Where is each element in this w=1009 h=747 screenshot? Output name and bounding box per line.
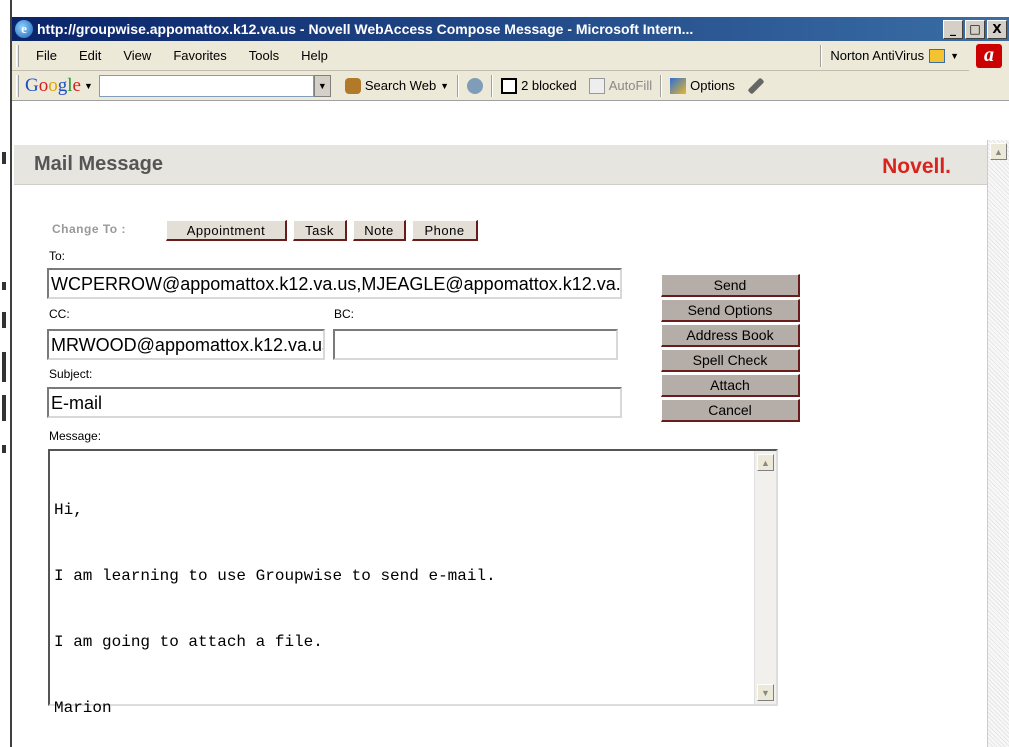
menu-view[interactable]: View [112,48,162,63]
cancel-button[interactable]: Cancel [661,399,800,422]
google-logo-letter: G [25,74,39,96]
toolbar-separator [820,44,823,67]
norton-antivirus-button[interactable]: Norton AntiVirus ▼ [826,48,969,63]
bc-label: BC: [334,307,355,321]
menu-edit[interactable]: Edit [68,48,112,63]
google-search-input[interactable] [98,74,314,97]
browser-logo: a [969,40,1009,71]
binoculars-icon [344,77,361,94]
search-web-button[interactable]: Search Web ▼ [339,77,455,94]
edge-mark [2,152,6,164]
norton-label: Norton AntiVirus [830,48,925,63]
novell-logo: Novell. [882,155,951,178]
appointment-button[interactable]: Appointment [166,220,287,241]
message-body[interactable]: Hi, I am learning to use Groupwise to se… [48,449,778,717]
menu-bar-right: Norton AntiVirus ▼ a [816,40,1009,71]
norton-icon [929,48,946,63]
throbber-icon: a [976,43,1002,68]
google-logo-letter: o [38,74,49,96]
edge-mark [2,352,6,382]
page-scrollbar[interactable]: ▲ [987,140,1009,747]
search-web-label: Search Web [364,78,437,93]
window-title: http://groupwise.appomattox.k12.va.us - … [37,21,694,37]
maximize-button[interactable]: □ [965,19,985,39]
spell-check-button[interactable]: Spell Check [661,349,800,372]
send-options-button[interactable]: Send Options [661,299,800,322]
google-logo-letter: e [72,74,81,96]
chevron-down-icon: ▼ [440,80,450,91]
popup-blocker-button[interactable]: 2 blocked [495,77,583,94]
message-line: I am going to attach a file. [54,633,323,651]
message-scrollbar[interactable]: ▲ ▼ [754,451,776,704]
news-icon [467,77,484,94]
google-logo-letter: o [48,74,58,96]
menu-bar: File Edit View Favorites Tools Help Nort… [12,40,1009,71]
menu-favorites[interactable]: Favorites [162,48,237,63]
internet-explorer-icon: e [15,20,33,38]
autofill-label: AutoFill [608,78,653,93]
menu-file[interactable]: File [25,48,68,63]
chevron-down-icon: ▼ [83,80,93,91]
bc-field[interactable] [333,329,618,360]
cc-label: CC: [49,307,70,321]
google-toolbar: Google ▼ ▼ Search Web ▼ 2 blocked AutoFi… [12,71,1009,101]
message-line: I am learning to use Groupwise to send e… [54,567,496,585]
to-label: To: [49,249,66,263]
page-header: Mail Message Novell. [14,145,987,185]
edge-mark [2,445,6,453]
toolbar-grip[interactable] [16,74,19,97]
edge-mark [2,282,6,290]
google-logo-letter: g [57,74,68,96]
scroll-up-icon[interactable]: ▲ [757,454,774,471]
attach-button[interactable]: Attach [661,374,800,397]
options-icon [670,77,687,94]
message-line: Hi, [54,501,83,519]
subject-field[interactable]: E-mail [47,387,622,418]
google-menu-button[interactable]: Google ▼ [25,75,99,97]
pencil-icon [747,77,765,94]
toolbar-separator [660,74,663,97]
browser-window: e http://groupwise.appomattox.k12.va.us … [0,0,1009,747]
highlight-button[interactable] [741,77,771,94]
edge-mark [2,395,6,421]
phone-button[interactable]: Phone [412,220,478,241]
window-controls: _ □ X [943,19,1007,39]
search-history-dropdown[interactable]: ▼ [313,74,331,97]
address-book-button[interactable]: Address Book [661,324,800,347]
edge-mark [2,312,6,328]
message-label: Message: [49,429,102,443]
scroll-down-icon[interactable]: ▼ [757,684,774,701]
page-title: Mail Message [34,153,163,175]
to-field[interactable]: WCPERROW@appomattox.k12.va.us,MJEAGLE@ap… [47,268,622,299]
popup-blocker-icon [501,77,518,94]
menu-help[interactable]: Help [290,48,339,63]
scroll-up-icon[interactable]: ▲ [990,143,1007,160]
message-text[interactable]: Hi, I am learning to use Groupwise to se… [54,455,749,747]
title-bar: e http://groupwise.appomattox.k12.va.us … [12,17,1009,41]
autofill-button[interactable]: AutoFill [583,77,658,94]
task-button[interactable]: Task [293,220,347,241]
toolbar-separator [491,74,494,97]
minimize-button[interactable]: _ [943,19,963,39]
note-button[interactable]: Note [353,220,406,241]
autofill-icon [588,77,605,94]
menu-tools[interactable]: Tools [238,48,290,63]
message-line: Marion [54,699,112,717]
page-content: Mail Message Novell. Change To : Appoint… [14,102,987,747]
toolbar-grip[interactable] [16,44,19,67]
options-button[interactable]: Options [664,77,741,94]
blocked-count: 2 blocked [521,78,577,93]
cc-field[interactable]: MRWOOD@appomattox.k12.va.us [47,329,325,360]
options-label: Options [690,78,735,93]
toolbar-separator [457,74,460,97]
chevron-down-icon: ▼ [950,50,959,61]
news-button[interactable] [461,77,489,94]
left-window-edge [0,0,12,747]
send-button[interactable]: Send [661,274,800,297]
subject-label: Subject: [49,367,93,381]
close-button[interactable]: X [987,19,1007,39]
change-to-label: Change To : [52,222,126,236]
